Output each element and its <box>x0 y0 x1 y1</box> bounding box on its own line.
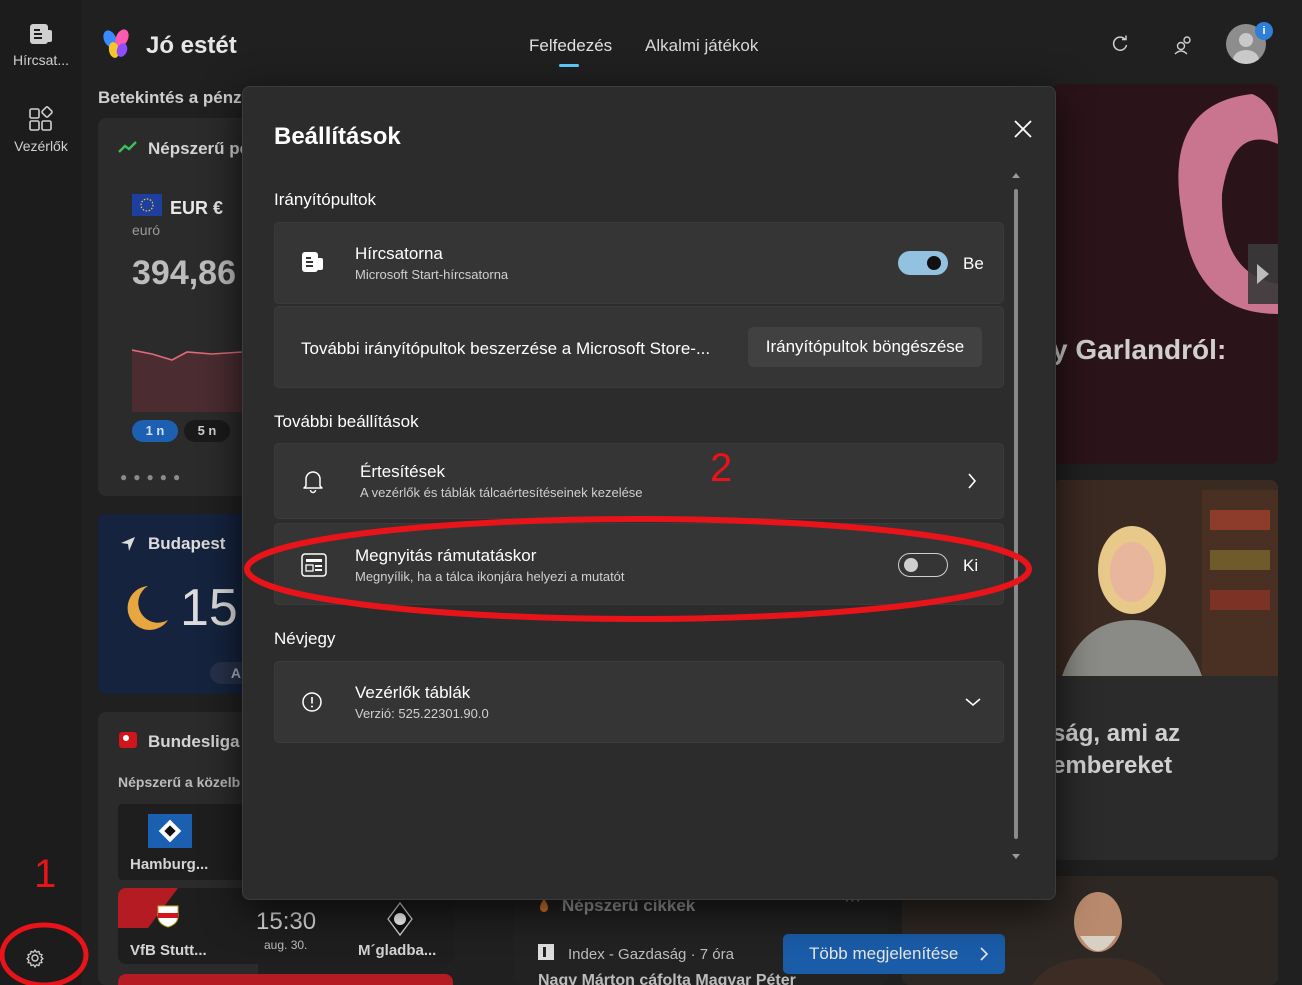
scroll-down-icon[interactable] <box>1011 853 1021 861</box>
home-team: VfB Stutt... <box>130 942 207 959</box>
range-5d-button[interactable]: 5 n <box>184 420 230 442</box>
currency-name: euró <box>132 222 161 238</box>
team-tile[interactable]: Hamburg... <box>118 804 258 880</box>
widget-board-icon <box>301 553 327 577</box>
notifications-title: Értesítések <box>360 462 446 481</box>
show-more-button[interactable]: Több megjelenítése <box>783 934 1005 974</box>
location-arrow-icon <box>121 537 135 551</box>
currency-value: 394,86 <box>132 254 236 292</box>
match-time: 15:30 <box>256 908 317 935</box>
active-tab-indicator <box>559 64 579 67</box>
browse-dashboards-button[interactable]: Irányítópultok böngészése <box>748 327 982 367</box>
rail-item-news[interactable]: Hírcsat... <box>0 22 82 68</box>
section-more-settings: További beállítások <box>274 412 419 431</box>
finance-card-title: Népszerű pé <box>148 139 250 158</box>
store-text: További irányítópultok beszerzése a Micr… <box>301 339 711 358</box>
headline-portrait-2: embereket <box>1052 752 1173 779</box>
settings-button[interactable] <box>14 940 56 976</box>
trending-icon <box>118 141 137 153</box>
tab-discover[interactable]: Felfedezés <box>529 36 612 56</box>
range-1d-button[interactable]: 1 n <box>132 420 178 442</box>
rail-item-news-label: Hírcsat... <box>12 52 69 68</box>
about-version: Verzió: 525.22301.90.0 <box>355 706 489 721</box>
feed-title: Hírcsatorna <box>355 244 443 263</box>
section-dashboards: Irányítópultok <box>274 190 377 209</box>
chevron-right-icon <box>980 947 989 961</box>
away-team: M´gladba... <box>358 942 437 959</box>
hover-open-toggle[interactable] <box>898 553 948 577</box>
weather-card[interactable]: Budapest 15 A t <box>98 514 258 694</box>
news-card-garland[interactable]: y Garlandról: <box>1052 84 1278 464</box>
info-badge: i <box>1255 22 1273 40</box>
weather-city: Budapest <box>148 534 226 553</box>
finance-section-title: Betekintés a pénzü <box>98 88 248 107</box>
rail-item-widgets[interactable]: Vezérlők <box>0 106 82 154</box>
hover-open-title: Megnyitás rámutatáskor <box>355 546 537 565</box>
chevron-down-icon <box>965 698 981 707</box>
news-feed-icon <box>302 252 323 272</box>
show-more-label: Több megjelenítése <box>809 944 959 963</box>
news-card-portrait[interactable]: ság, ami az embereket <box>1052 480 1278 860</box>
widgets-logo <box>100 28 134 67</box>
section-about: Névjegy <box>274 629 336 648</box>
dialog-title: Beállítások <box>274 123 401 150</box>
scroll-up-icon[interactable] <box>1011 171 1021 179</box>
store-row: További irányítópultok beszerzése a Micr… <box>274 306 1004 388</box>
refresh-icon[interactable] <box>1110 34 1130 54</box>
feed-toggle[interactable] <box>898 251 948 275</box>
headline-portrait-1: ság, ami az <box>1052 720 1181 747</box>
notifications-subtitle: A vezérlők és táblák tálcaértesítéseinek… <box>360 485 643 500</box>
hover-open-row: Megnyitás rámutatáskor Megnyílik, ha a t… <box>274 523 1004 605</box>
news-icon <box>30 24 52 44</box>
bundesliga-logo-icon <box>119 732 137 748</box>
sports-title: Bundesliga <box>148 732 240 751</box>
moon-icon <box>127 586 168 630</box>
about-row[interactable]: Vezérlők táblák Verzió: 525.22301.90.0 <box>274 661 1004 743</box>
feed-setting-row: Hírcsatorna Microsoft Start-hírcsatorna … <box>274 222 1004 304</box>
news-image <box>1052 84 1278 464</box>
next-match-tile[interactable] <box>118 974 453 985</box>
headline-garland: y Garlandról: <box>1052 334 1227 365</box>
people-icon[interactable] <box>1173 34 1195 56</box>
close-icon[interactable] <box>1011 117 1035 141</box>
left-rail: Hírcsat... Vezérlők <box>0 0 82 985</box>
widgets-icon <box>29 106 53 131</box>
feed-toggle-state: Be <box>963 254 984 273</box>
bell-icon <box>303 471 323 494</box>
eu-flag-icon <box>132 194 162 216</box>
article-headline[interactable]: Nagy Márton cáfolta Magyar Péter <box>538 972 796 985</box>
match-date: aug. 30. <box>264 938 308 952</box>
portrait-image <box>1052 480 1278 676</box>
article-source: Index - Gazdaság · 7 óra <box>568 946 734 963</box>
hover-open-subtitle: Megnyílik, ha a tálca ikonjára helyezi a… <box>355 569 625 584</box>
settings-dialog: Beállítások Irányítópultok Hírcsatorna M… <box>242 86 1056 900</box>
team-name: Hamburg... <box>130 856 209 873</box>
scroll-thumb[interactable] <box>1014 189 1018 839</box>
finance-card[interactable]: Népszerű pé EUR € euró 394,86 1 n 5 n ●●… <box>98 118 258 496</box>
index-logo-icon <box>538 944 554 960</box>
chevron-right-icon <box>968 473 977 489</box>
pager-dots[interactable]: ●●●●● <box>120 470 186 484</box>
flame-icon <box>540 899 548 912</box>
greeting: Jó estét <box>146 32 237 59</box>
hover-open-toggle-state: Ki <box>963 556 979 575</box>
weather-temp: 15 <box>180 579 238 637</box>
finance-sparkline <box>132 349 258 412</box>
tab-casual-games[interactable]: Alkalmi játékok <box>645 36 758 56</box>
dialog-scrollbar[interactable] <box>1012 173 1020 859</box>
currency-code: EUR € <box>170 198 224 218</box>
feed-subtitle: Microsoft Start-hírcsatorna <box>355 267 509 282</box>
gear-icon <box>26 949 44 968</box>
gladbach-logo-icon <box>387 902 413 936</box>
notifications-row[interactable]: Értesítések A vezérlők és táblák tálcaér… <box>274 443 1004 519</box>
annotation-label-2: 2 <box>710 446 733 490</box>
rail-item-widgets-label: Vezérlők <box>14 138 68 154</box>
about-title: Vezérlők táblák <box>355 683 471 702</box>
annotation-label-1: 1 <box>34 852 57 896</box>
hsv-logo-icon <box>148 814 192 848</box>
sports-subtitle: Népszerű a közelb <box>118 774 241 790</box>
vfb-logo-icon <box>157 905 179 928</box>
info-icon <box>302 692 322 712</box>
